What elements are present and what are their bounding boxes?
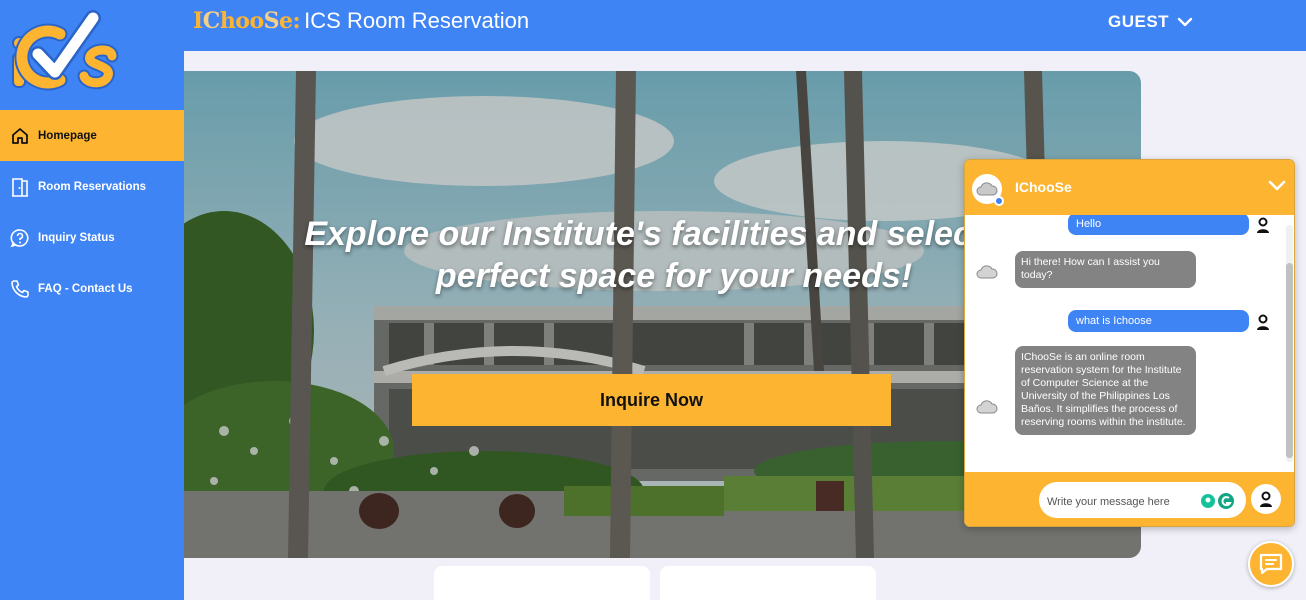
sidebar-item-label: Homepage	[38, 129, 97, 142]
sidebar-item-label: FAQ - Contact Us	[38, 282, 133, 295]
bot-message: Hi there! How can I assist you today?	[1015, 251, 1196, 288]
cloud-icon	[976, 182, 998, 196]
inquire-now-button[interactable]: Inquire Now	[412, 374, 891, 426]
phone-icon	[10, 278, 30, 300]
sidebar-nav: Homepage Room Reservations Inquiry Statu…	[0, 110, 184, 314]
user-menu[interactable]: GUEST	[1108, 12, 1193, 32]
chat-header[interactable]: IChooSe	[965, 160, 1294, 215]
page-title: ICS Room Reservation	[304, 8, 530, 33]
top-header: IChooSe: ICS Room Reservation GUEST	[184, 0, 1306, 51]
chat-footer	[965, 472, 1294, 526]
cloud-icon	[976, 265, 998, 279]
sidebar-item-label: Inquiry Status	[38, 231, 115, 244]
question-icon	[10, 227, 30, 249]
sidebar-item-faq-contact[interactable]: FAQ - Contact Us	[0, 263, 184, 314]
chat-messages[interactable]: Hello Hi there! How can I assist you tod…	[965, 215, 1294, 472]
send-button[interactable]	[1251, 484, 1281, 514]
feature-card[interactable]	[434, 566, 650, 600]
chat-bot-name: IChooSe	[1015, 179, 1072, 195]
chatbot-window: IChooSe Hello Hi there! How can I assist…	[964, 159, 1295, 527]
user-message: what is Ichoose	[1068, 310, 1249, 332]
home-icon	[10, 125, 30, 147]
chevron-down-icon	[1177, 13, 1193, 32]
chat-bubble-icon	[1259, 553, 1283, 575]
brand[interactable]: IChooSe: ICS Room Reservation	[193, 8, 529, 34]
user-avatar-icon	[1257, 217, 1269, 233]
sidebar-item-homepage[interactable]: Homepage	[0, 110, 184, 161]
sidebar-item-label: Room Reservations	[38, 180, 147, 193]
grammarly-icon	[1201, 493, 1234, 509]
user-message: Hello	[1068, 215, 1249, 235]
chevron-down-icon[interactable]	[1268, 178, 1286, 197]
chat-scrollbar[interactable]	[1286, 225, 1293, 462]
ics-logo[interactable]	[8, 10, 122, 98]
door-icon	[10, 176, 30, 198]
sidebar-item-room-reservations[interactable]: Room Reservations	[0, 161, 184, 212]
chat-launcher-button[interactable]	[1248, 541, 1294, 587]
brand-logo: IChooSe:	[193, 8, 301, 34]
online-status-dot	[994, 196, 1004, 206]
user-avatar-icon	[1260, 491, 1272, 507]
user-label: GUEST	[1108, 12, 1170, 31]
bot-message: IChooSe is an online room reservation sy…	[1015, 346, 1196, 435]
user-avatar-icon	[1257, 314, 1269, 330]
sidebar-item-inquiry-status[interactable]: Inquiry Status	[0, 212, 184, 263]
feature-card[interactable]	[660, 566, 876, 600]
cloud-icon	[976, 400, 998, 414]
chat-scrollbar-thumb[interactable]	[1286, 263, 1293, 458]
sidebar: Homepage Room Reservations Inquiry Statu…	[0, 0, 184, 600]
grammarly-widget[interactable]	[1200, 492, 1236, 510]
bot-avatar	[972, 174, 1004, 206]
